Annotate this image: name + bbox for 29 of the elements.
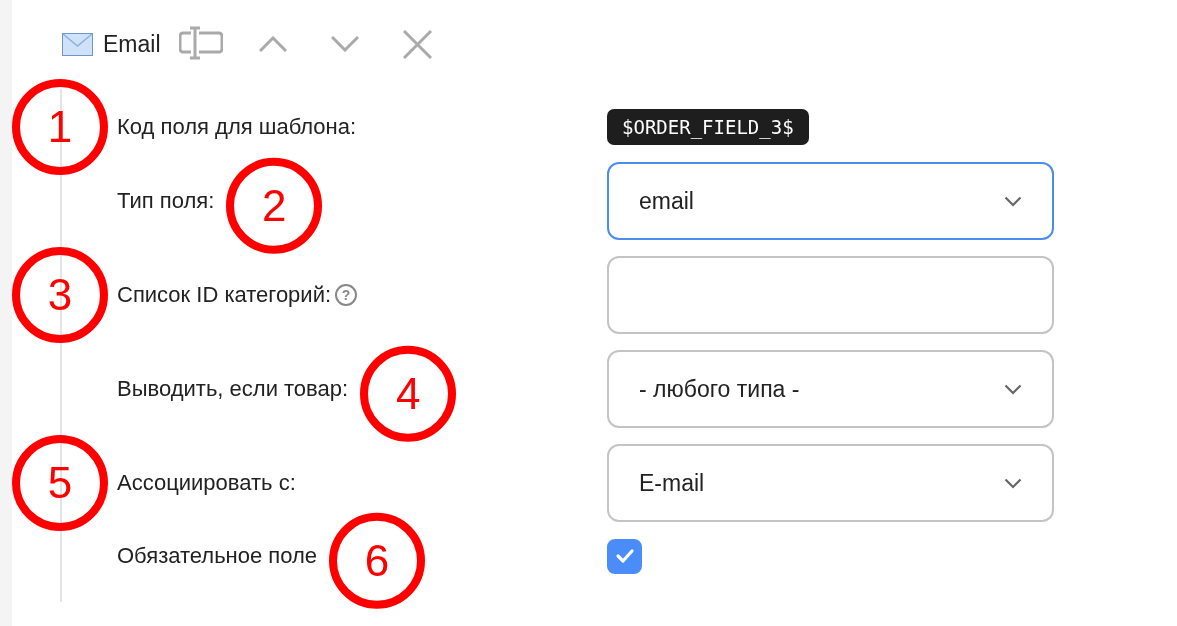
field-label: Обязательное поле: [117, 543, 318, 569]
field-label: Выводить, если товар:: [117, 376, 349, 402]
chevron-down-icon[interactable]: [330, 36, 359, 52]
help-icon[interactable]: ?: [335, 284, 358, 306]
numbered-callout: 3: [12, 247, 108, 343]
dropdown[interactable]: - любого типа -: [607, 350, 1054, 428]
numbered-callout: 2: [226, 157, 323, 254]
field-label: Тип поля:: [117, 188, 215, 214]
field-label: Список ID категорий:: [117, 282, 332, 308]
field-label: Код поля для шаблона:: [117, 114, 357, 140]
checkbox[interactable]: [607, 538, 642, 574]
numbered-callout: 1: [12, 79, 108, 175]
caret-icon: [1004, 477, 1022, 489]
numbered-callout: 6: [329, 512, 426, 609]
numbered-callout: 5: [12, 435, 108, 531]
close-icon[interactable]: [402, 29, 432, 59]
chevron-up-icon[interactable]: [258, 36, 287, 52]
field-label: Ассоциировать с:: [117, 470, 296, 496]
field-title: Email: [103, 30, 161, 58]
caret-icon: [1004, 195, 1022, 207]
checkmark-icon: [614, 548, 635, 564]
rename-icon[interactable]: [178, 26, 223, 62]
caret-icon: [1004, 383, 1022, 395]
input-field[interactable]: [607, 256, 1054, 334]
envelope-icon: [62, 32, 93, 56]
numbered-callout: 4: [360, 345, 457, 442]
template-code: $ORDER_FIELD_3$: [607, 109, 809, 145]
dropdown[interactable]: email: [607, 162, 1054, 240]
dropdown[interactable]: E-mail: [607, 444, 1054, 522]
